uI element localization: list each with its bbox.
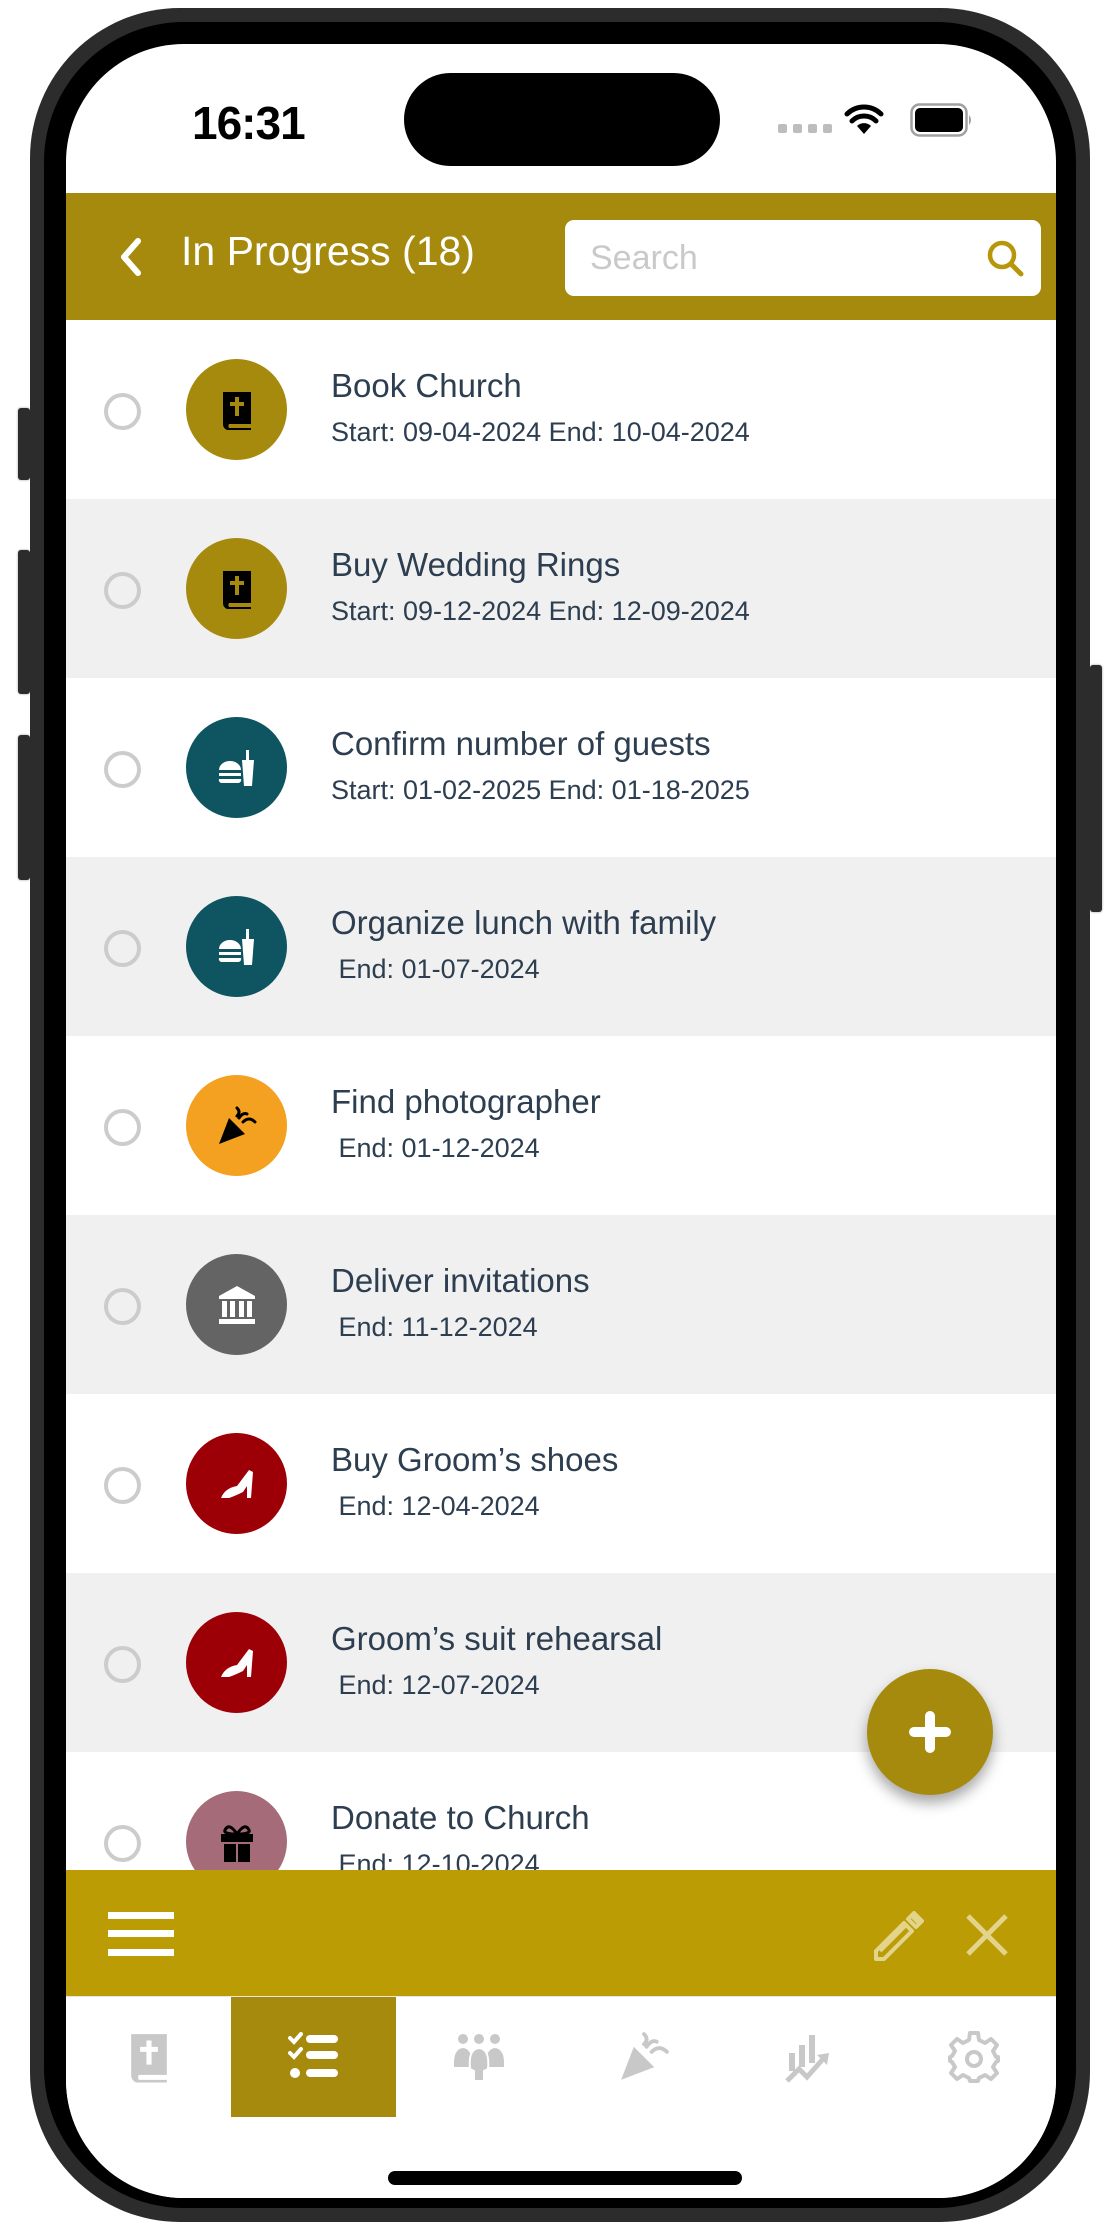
close-icon[interactable] <box>964 1912 1010 1958</box>
search-input[interactable] <box>590 220 970 296</box>
task-row[interactable]: Buy Wedding Rings Start: 09-12-2024 End: … <box>66 499 1056 678</box>
task-dates: End: 12-10-2024 <box>331 1849 540 1870</box>
category-badge <box>186 1612 287 1713</box>
task-row[interactable]: Deliver invitations End: 11-12-2024 <box>66 1215 1056 1394</box>
bible-icon <box>121 2029 177 2085</box>
phone-screen: 16:31 In Progress (18) Book Church Start:… <box>66 44 1056 2198</box>
bible-icon <box>215 567 259 611</box>
battery-icon <box>910 103 971 137</box>
gift-icon <box>215 1820 259 1864</box>
people-group-icon <box>451 2029 507 2085</box>
task-complete-radio[interactable] <box>104 1109 141 1146</box>
page-title: In Progress (18) <box>181 228 475 274</box>
tab-bible[interactable] <box>66 1997 231 2117</box>
plus-icon <box>909 1711 951 1753</box>
shoe-icon <box>215 1462 259 1506</box>
category-badge <box>186 359 287 460</box>
hamburger-menu-icon[interactable] <box>108 1912 174 1956</box>
food-drink-icon <box>215 746 259 790</box>
add-task-button[interactable] <box>867 1669 993 1795</box>
home-indicator <box>388 2171 742 2185</box>
task-dates: End: 11-12-2024 <box>331 1312 538 1342</box>
search-box[interactable] <box>565 220 1041 296</box>
search-icon[interactable] <box>985 238 1025 278</box>
shoe-icon <box>215 1641 259 1685</box>
task-complete-radio[interactable] <box>104 751 141 788</box>
power-button <box>1090 665 1102 912</box>
bottom-action-bar <box>66 1870 1056 1996</box>
gear-icon <box>946 2029 1002 2085</box>
task-title: Deliver invitations <box>331 1262 590 1299</box>
tab-tasks[interactable] <box>231 1997 396 2117</box>
task-dates: Start: 09-12-2024 End: 12-09-2024 <box>331 596 750 626</box>
task-title: Buy Groom’s shoes <box>331 1441 619 1478</box>
task-complete-radio[interactable] <box>104 1646 141 1683</box>
checklist-icon <box>286 2029 342 2085</box>
task-dates: End: 12-07-2024 <box>331 1670 540 1700</box>
chevron-left-icon[interactable] <box>116 235 146 279</box>
task-row[interactable]: Confirm number of guests Start: 01-02-202… <box>66 678 1056 857</box>
task-row[interactable]: Buy Groom’s shoes End: 12-04-2024 <box>66 1394 1056 1573</box>
tab-budget[interactable] <box>726 1997 891 2117</box>
bottom-tab-bar <box>66 1996 1056 2198</box>
food-drink-icon <box>215 925 259 969</box>
task-dates: End: 12-04-2024 <box>331 1491 540 1521</box>
category-badge <box>186 1791 287 1870</box>
tab-party[interactable] <box>561 1997 726 2117</box>
task-title: Groom’s suit rehearsal <box>331 1620 663 1657</box>
tab-guests[interactable] <box>396 1997 561 2117</box>
task-complete-radio[interactable] <box>104 1288 141 1325</box>
status-time: 16:31 <box>192 97 306 149</box>
task-row[interactable]: Book Church Start: 09-04-2024 End: 10-04-… <box>66 320 1056 499</box>
task-dates: Start: 01-02-2025 End: 01-18-2025 <box>331 775 750 805</box>
task-dates: End: 01-07-2024 <box>331 954 540 984</box>
party-popper-icon <box>616 2029 672 2085</box>
task-row[interactable]: Find photographer End: 01-12-2024 <box>66 1036 1056 1215</box>
task-complete-radio[interactable] <box>104 1467 141 1504</box>
wifi-icon <box>844 104 884 134</box>
action-button <box>18 408 30 480</box>
category-badge <box>186 1254 287 1355</box>
task-complete-radio[interactable] <box>104 930 141 967</box>
task-row[interactable]: Organize lunch with family End: 01-07-20… <box>66 857 1056 1036</box>
category-badge <box>186 1075 287 1176</box>
task-complete-radio[interactable] <box>104 393 141 430</box>
task-complete-radio[interactable] <box>104 572 141 609</box>
category-badge <box>186 717 287 818</box>
volume-up-button <box>18 550 30 694</box>
category-badge <box>186 1433 287 1534</box>
top-app-bar: In Progress (18) <box>66 193 1056 320</box>
bible-icon <box>215 388 259 432</box>
bank-icon <box>215 1283 259 1327</box>
task-title: Book Church <box>331 367 522 404</box>
task-title: Buy Wedding Rings <box>331 546 621 583</box>
party-popper-icon <box>215 1104 259 1148</box>
task-title: Find photographer <box>331 1083 601 1120</box>
task-title: Confirm number of guests <box>331 725 711 762</box>
task-dates: End: 01-12-2024 <box>331 1133 540 1163</box>
chart-trend-icon <box>781 2029 837 2085</box>
task-title: Donate to Church <box>331 1799 590 1836</box>
dynamic-island <box>404 73 720 166</box>
task-dates: Start: 09-04-2024 End: 10-04-2024 <box>331 417 750 447</box>
tab-settings[interactable] <box>891 1997 1056 2117</box>
task-list: Book Church Start: 09-04-2024 End: 10-04-… <box>66 320 1056 1870</box>
cellular-signal-icon <box>778 124 832 133</box>
pencil-icon[interactable] <box>868 1907 924 1963</box>
category-badge <box>186 896 287 997</box>
task-complete-radio[interactable] <box>104 1825 141 1862</box>
category-badge <box>186 538 287 639</box>
task-title: Organize lunch with family <box>331 904 717 941</box>
volume-down-button <box>18 735 30 880</box>
